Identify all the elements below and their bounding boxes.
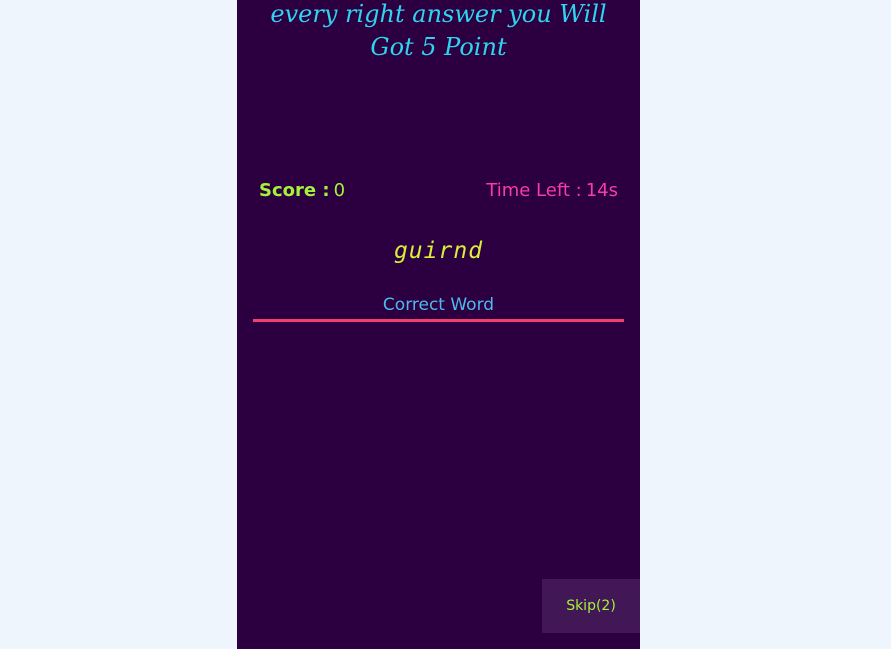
score-display: Score :0 — [259, 180, 345, 201]
timer-display: Time Left :14s — [486, 180, 618, 201]
game-panel: every right answer you Will Got 5 Point … — [237, 0, 640, 649]
skip-button[interactable]: Skip(2) — [542, 579, 640, 633]
timer-value: 14s — [585, 180, 618, 201]
answer-input[interactable] — [253, 290, 624, 322]
scrambled-word: guirnd — [393, 238, 484, 264]
score-label: Score : — [259, 180, 330, 201]
instruction-text: every right answer you Will Got 5 Point — [270, 0, 607, 61]
score-value: 0 — [333, 180, 346, 201]
timer-label: Time Left : — [486, 180, 582, 201]
